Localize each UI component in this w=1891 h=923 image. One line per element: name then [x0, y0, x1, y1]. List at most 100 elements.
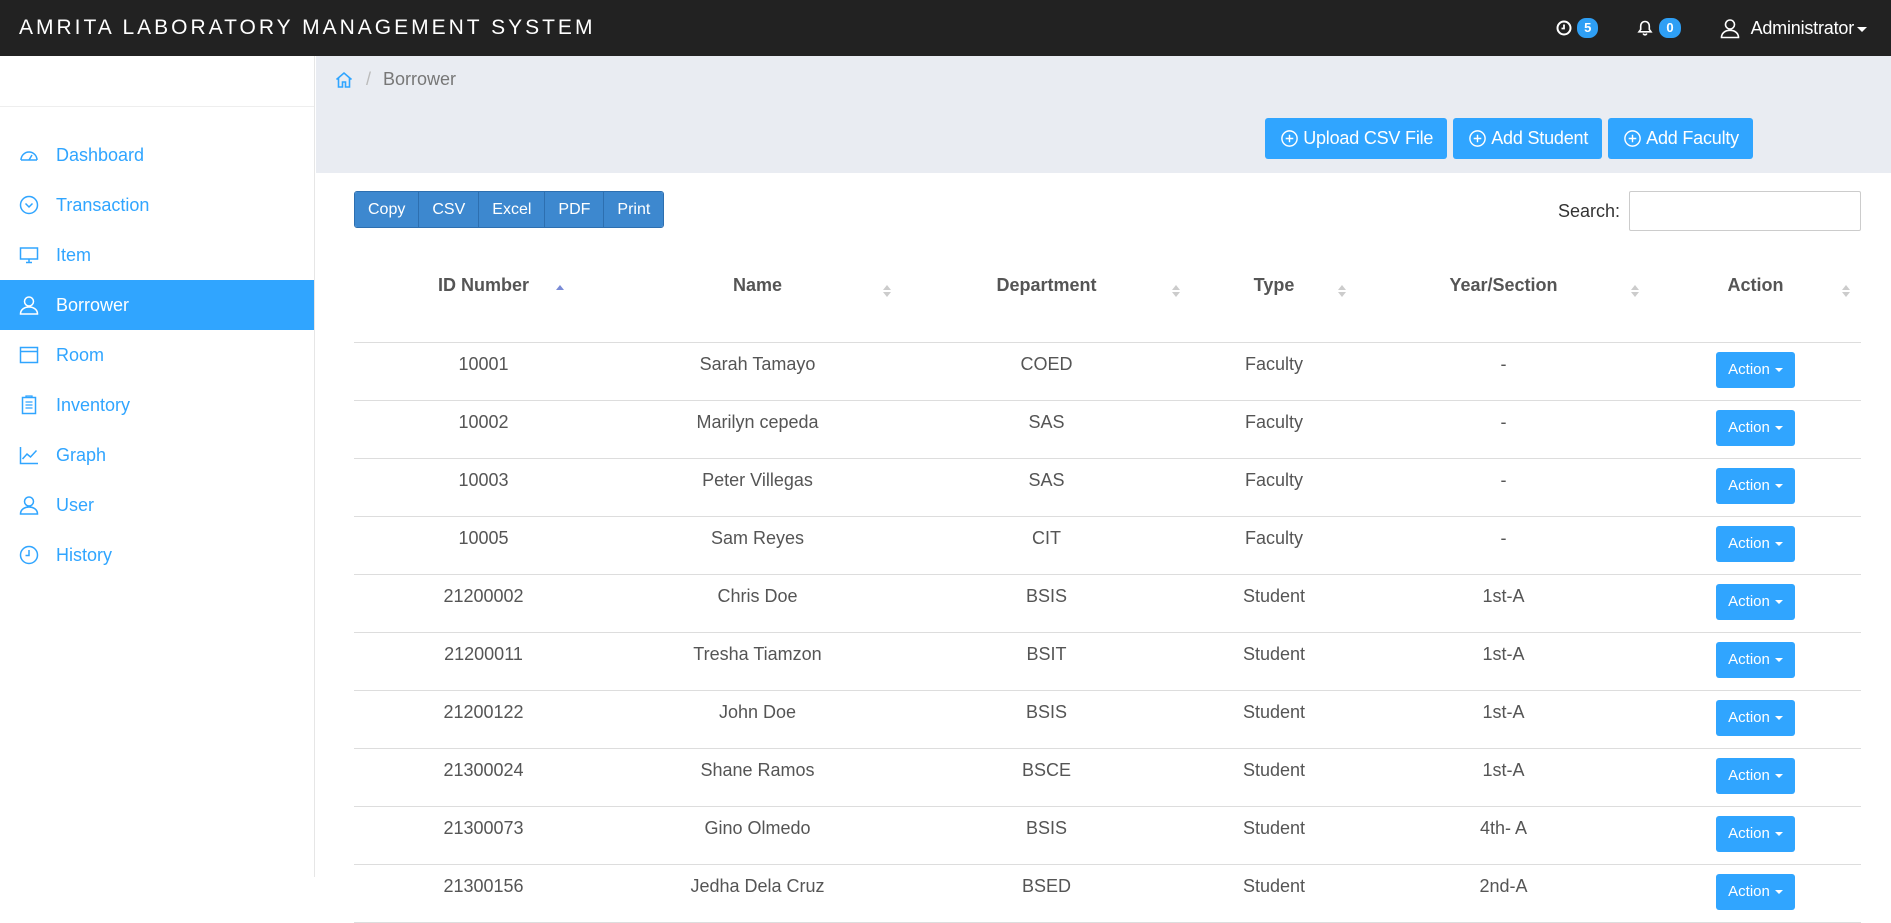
cell-department: BSIS [902, 574, 1191, 633]
sidebar-item-dashboard[interactable]: Dashboard [0, 130, 314, 180]
export-buttons: Copy CSV Excel PDF Print [354, 191, 665, 228]
sidebar-item-room[interactable]: Room [0, 330, 314, 380]
column-header-name[interactable]: Name [613, 252, 902, 343]
notifications-badge: 0 [1659, 18, 1681, 38]
plus-circle-icon [1624, 130, 1641, 147]
cell-year-section: - [1357, 400, 1650, 459]
cell-action: Action [1650, 400, 1861, 459]
sidebar-item-label: Graph [56, 444, 107, 465]
action-label: Action [1728, 825, 1770, 842]
sidebar: Dashboard Transaction Item Borrower Room… [0, 56, 315, 877]
caret-down-icon [1774, 715, 1783, 720]
action-dropdown-button[interactable]: Action [1716, 757, 1795, 794]
action-dropdown-button[interactable]: Action [1716, 873, 1795, 910]
breadcrumb: / Borrower [334, 69, 456, 90]
cell-action: Action [1650, 458, 1861, 517]
add-faculty-button[interactable]: Add Faculty [1608, 118, 1753, 159]
cell-id-number: 21300156 [354, 864, 613, 923]
search-input[interactable] [1629, 191, 1861, 231]
action-label: Action [1728, 709, 1770, 726]
cell-type: Faculty [1191, 342, 1357, 401]
action-dropdown-button[interactable]: Action [1716, 699, 1795, 736]
sidebar-item-transaction[interactable]: Transaction [0, 180, 314, 230]
column-header-label: Action [1727, 275, 1784, 296]
sidebar-item-borrower[interactable]: Borrower [0, 280, 314, 330]
sidebar-item-label: Room [56, 344, 105, 365]
sidebar-item-label: Inventory [56, 394, 131, 415]
column-header-id-number[interactable]: ID Number [354, 252, 613, 343]
cell-action: Action [1650, 574, 1861, 633]
cell-type: Student [1191, 690, 1357, 749]
action-label: Action [1728, 419, 1770, 436]
notifications-dropdown[interactable]: 0 [1636, 18, 1681, 38]
cell-id-number: 21300024 [354, 748, 613, 807]
sort-both-icon [1172, 285, 1180, 297]
caret-down-icon [1774, 541, 1783, 546]
add-student-button[interactable]: Add Student [1453, 118, 1603, 159]
print-button[interactable]: Print [604, 192, 664, 227]
table-body: 10001 Sarah Tamayo COED Faculty - Action… [354, 342, 1861, 923]
cell-year-section: 1st-A [1357, 632, 1650, 691]
cell-name: Peter Villegas [613, 458, 902, 517]
copy-button[interactable]: Copy [355, 192, 420, 227]
action-label: Action [1728, 651, 1770, 668]
plus-circle-icon [1281, 130, 1298, 147]
sidebar-item-label: Borrower [56, 294, 130, 315]
cell-id-number: 21200122 [354, 690, 613, 749]
table-row: 21200002 Chris Doe BSIS Student 1st-A Ac… [354, 574, 1861, 633]
line-chart-icon [19, 447, 38, 465]
csv-button[interactable]: CSV [419, 192, 480, 227]
sidebar-item-history[interactable]: History [0, 530, 314, 580]
cell-name: Jedha Dela Cruz [613, 864, 902, 923]
top-navbar: AMRITA LABORATORY MANAGEMENT SYSTEM 5 0 … [0, 0, 1891, 56]
sidebar-item-label: Item [56, 244, 92, 265]
action-dropdown-button[interactable]: Action [1716, 583, 1795, 620]
column-header-type[interactable]: Type [1191, 252, 1357, 343]
user-icon [19, 296, 39, 315]
sidebar-item-graph[interactable]: Graph [0, 430, 314, 480]
caret-down-icon [1774, 425, 1783, 430]
user-menu[interactable]: Administrator [1719, 17, 1867, 39]
pending-dropdown[interactable]: 5 [1556, 18, 1599, 38]
column-header-action[interactable]: Action [1650, 252, 1861, 343]
excel-button[interactable]: Excel [479, 192, 546, 227]
chevron-circle-icon [19, 195, 39, 215]
column-header-label: Department [996, 275, 1097, 296]
table-header-row: ID Number Name Department Type Year/Sect… [354, 252, 1861, 343]
action-dropdown-button[interactable]: Action [1716, 409, 1795, 446]
home-icon[interactable] [334, 70, 354, 90]
column-header-year-section[interactable]: Year/Section [1357, 252, 1650, 343]
table-row: 10002 Marilyn cepeda SAS Faculty - Actio… [354, 400, 1861, 459]
cell-name: Marilyn cepeda [613, 400, 902, 459]
cell-department: SAS [902, 458, 1191, 517]
cell-department: BSIT [902, 632, 1191, 691]
action-dropdown-button[interactable]: Action [1716, 815, 1795, 852]
pdf-button[interactable]: PDF [545, 192, 605, 227]
cell-year-section: - [1357, 458, 1650, 517]
cell-name: John Doe [613, 690, 902, 749]
caret-down-icon [1774, 889, 1783, 894]
add-student-label: Add Student [1491, 128, 1589, 148]
caret-down-icon [1857, 26, 1867, 32]
action-dropdown-button[interactable]: Action [1716, 351, 1795, 388]
app-title[interactable]: AMRITA LABORATORY MANAGEMENT SYSTEM [19, 16, 595, 40]
action-dropdown-button[interactable]: Action [1716, 641, 1795, 678]
table-search: Search: [1558, 191, 1861, 231]
column-header-label: Year/Section [1449, 275, 1558, 296]
cell-id-number: 10002 [354, 400, 613, 459]
table-row: 21300024 Shane Ramos BSCE Student 1st-A … [354, 748, 1861, 807]
cell-action: Action [1650, 864, 1861, 923]
sidebar-item-inventory[interactable]: Inventory [0, 380, 314, 430]
action-dropdown-button[interactable]: Action [1716, 467, 1795, 504]
column-header-label: Type [1253, 275, 1295, 296]
upload-csv-button[interactable]: Upload CSV File [1265, 118, 1448, 159]
borrower-table: ID Number Name Department Type Year/Sect… [354, 252, 1861, 923]
sort-both-icon [1842, 285, 1850, 297]
cell-year-section: 1st-A [1357, 748, 1650, 807]
sidebar-item-item[interactable]: Item [0, 230, 314, 280]
column-header-department[interactable]: Department [902, 252, 1191, 343]
action-dropdown-button[interactable]: Action [1716, 525, 1795, 562]
monitor-icon [19, 247, 39, 264]
sidebar-item-user[interactable]: User [0, 480, 314, 530]
sort-both-icon [1631, 285, 1639, 297]
